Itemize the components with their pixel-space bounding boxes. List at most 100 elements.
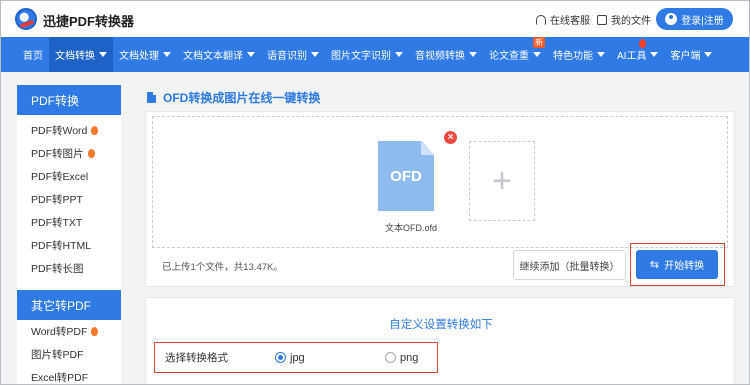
hot-flame-icon: [91, 126, 99, 135]
file-dropzone[interactable]: OFD × 文本OFD.ofd +: [152, 116, 728, 248]
nav-item[interactable]: 文档转换: [49, 37, 113, 72]
format-option-png[interactable]: png: [385, 352, 418, 364]
nav-item-label: 音视频转换: [415, 51, 465, 62]
upload-status: 已上传1个文件，共13.47K。: [162, 262, 283, 273]
sidebar-item-label: 图片转PDF: [31, 349, 84, 361]
radio-empty-icon: [385, 352, 396, 363]
sidebar-item-label: PDF转TXT: [31, 217, 83, 229]
sidebar-item-label: Excel转PDF: [31, 372, 89, 384]
format-selector-highlight: 选择转换格式 jpg png: [154, 342, 438, 373]
login-register-button[interactable]: 登录|注册: [656, 8, 733, 30]
settings-title: 自定义设置转换如下: [389, 319, 493, 331]
nav-item-label: 客户端: [670, 51, 701, 62]
nav-item[interactable]: 图片文字识别: [325, 37, 409, 72]
brand-logo-icon[interactable]: [15, 8, 37, 30]
chevron-down-icon: [704, 52, 713, 57]
sidebar-item-label: PDF转长图: [31, 263, 84, 275]
nav-item[interactable]: 特色功能: [547, 37, 611, 72]
sidebar-item-label: PDF转PPT: [31, 194, 83, 206]
sidebar-item-label: PDF转图片: [31, 148, 84, 160]
remove-file-button[interactable]: ×: [444, 131, 457, 144]
sidebar-item[interactable]: PDF转Word: [17, 119, 121, 142]
upload-panel: OFD × 文本OFD.ofd + 已上传1个文件，共13.47K。 继续添加（…: [145, 111, 735, 287]
chevron-down-icon: [533, 52, 541, 57]
nav-item-label: 文档处理: [119, 51, 159, 62]
sidebar-item[interactable]: PDF转TXT: [17, 211, 121, 234]
sidebar-item-label: PDF转Excel: [31, 171, 89, 183]
start-convert-button[interactable]: ⇆ 开始转换: [636, 250, 718, 279]
headset-icon: [536, 14, 546, 25]
chevron-down-icon: [395, 52, 403, 57]
app-window: 迅捷PDF转换器 在线客服 我的文件 登录|注册 首页 文档转换 文档处理 文档文本翻…: [0, 0, 750, 385]
chevron-down-icon: [469, 52, 477, 57]
nav-item-label: 语音识别: [267, 51, 307, 62]
nav-item[interactable]: AI工具: [611, 37, 664, 72]
nav-item-label: 文档文本翻译: [183, 51, 243, 62]
sidebar-item[interactable]: PDF转图片: [17, 142, 121, 165]
nav-item-label: 论文查重: [489, 51, 529, 62]
convert-arrows-icon: ⇆: [649, 259, 660, 271]
sidebar: PDF转换 PDF转Word PDF转图片 PDF转Excel PDF转PPT PDF转T…: [17, 85, 121, 384]
page-title-text: OFD转换成图片在线一键转换: [163, 91, 321, 105]
hot-flame-icon: [87, 149, 95, 158]
chevron-down-icon: [597, 52, 605, 57]
add-file-button[interactable]: +: [469, 141, 535, 221]
uploaded-file-card[interactable]: OFD: [378, 141, 434, 211]
user-avatar-icon: [665, 13, 678, 25]
sidebar-item[interactable]: PDF转PPT: [17, 188, 121, 211]
sidebar-item[interactable]: PDF转长图: [17, 257, 121, 280]
page-title: OFD转换成图片在线一键转换: [147, 89, 320, 106]
main-nav: 首页 文档转换 文档处理 文档文本翻译 语音识别 图片文字识别 音视频转换 论文查重新特色功能…: [1, 37, 749, 72]
sidebar-section-header[interactable]: 其它转PDF: [17, 290, 121, 320]
nav-item-label: 首页: [23, 51, 43, 62]
file-name: 文本OFD.ofd: [384, 223, 437, 233]
file-list-icon: [597, 14, 607, 25]
start-button-highlight: ⇆ 开始转换: [630, 243, 725, 286]
nav-item[interactable]: 论文查重新: [483, 37, 547, 72]
new-badge: 新: [533, 37, 545, 48]
format-option-jpg[interactable]: jpg: [275, 352, 305, 364]
file-type-label: OFD: [390, 167, 422, 185]
nav-item-label: 特色功能: [553, 51, 593, 62]
sidebar-item[interactable]: Excel转PDF: [17, 366, 121, 384]
top-header: 迅捷PDF转换器 在线客服 我的文件 登录|注册: [1, 1, 749, 37]
sidebar-item-label: PDF转Word: [31, 125, 88, 137]
my-files-link[interactable]: 我的文件: [597, 12, 651, 27]
brand-name[interactable]: 迅捷PDF转换器: [43, 11, 134, 30]
sidebar-item-label: PDF转HTML: [31, 240, 92, 252]
nav-item-label: 文档转换: [55, 51, 95, 62]
nav-item[interactable]: 客户端: [664, 37, 718, 72]
chevron-down-icon: [163, 52, 171, 57]
chevron-down-icon: [311, 52, 319, 57]
sidebar-section-header[interactable]: PDF转换: [17, 85, 121, 115]
customer-service-link[interactable]: 在线客服: [536, 12, 590, 27]
nav-item[interactable]: 语音识别: [261, 37, 325, 72]
document-icon: [147, 92, 156, 103]
settings-panel: 自定义设置转换如下 选择转换格式 jpg png: [145, 297, 735, 384]
sidebar-item-label: Word转PDF: [31, 326, 88, 338]
format-label: 选择转换格式: [165, 352, 228, 364]
chevron-down-icon: [99, 52, 107, 57]
nav-item[interactable]: 文档文本翻译: [177, 37, 261, 72]
hot-flame-icon: [91, 327, 99, 336]
my-files-label: 我的文件: [611, 16, 651, 27]
nav-item[interactable]: 文档处理: [113, 37, 177, 72]
sidebar-item[interactable]: PDF转HTML: [17, 234, 121, 257]
chevron-down-icon: [650, 52, 659, 57]
continue-add-button[interactable]: 继续添加（批量转换）: [513, 250, 626, 280]
sidebar-item[interactable]: 图片转PDF: [17, 343, 121, 366]
radio-selected-icon: [275, 352, 286, 363]
chevron-down-icon: [247, 52, 255, 57]
format-option-label: jpg: [290, 351, 305, 364]
nav-item[interactable]: 音视频转换: [409, 37, 483, 72]
nav-item-label: AI工具: [617, 51, 647, 62]
nav-item[interactable]: 首页: [17, 37, 49, 72]
page-fold: [421, 141, 434, 155]
start-convert-label: 开始转换: [664, 261, 705, 272]
nav-item-label: 图片文字识别: [331, 51, 391, 62]
hot-flame-icon: [639, 39, 646, 48]
customer-service-label: 在线客服: [550, 16, 590, 27]
sidebar-item[interactable]: PDF转Excel: [17, 165, 121, 188]
sidebar-item[interactable]: Word转PDF: [17, 320, 121, 343]
